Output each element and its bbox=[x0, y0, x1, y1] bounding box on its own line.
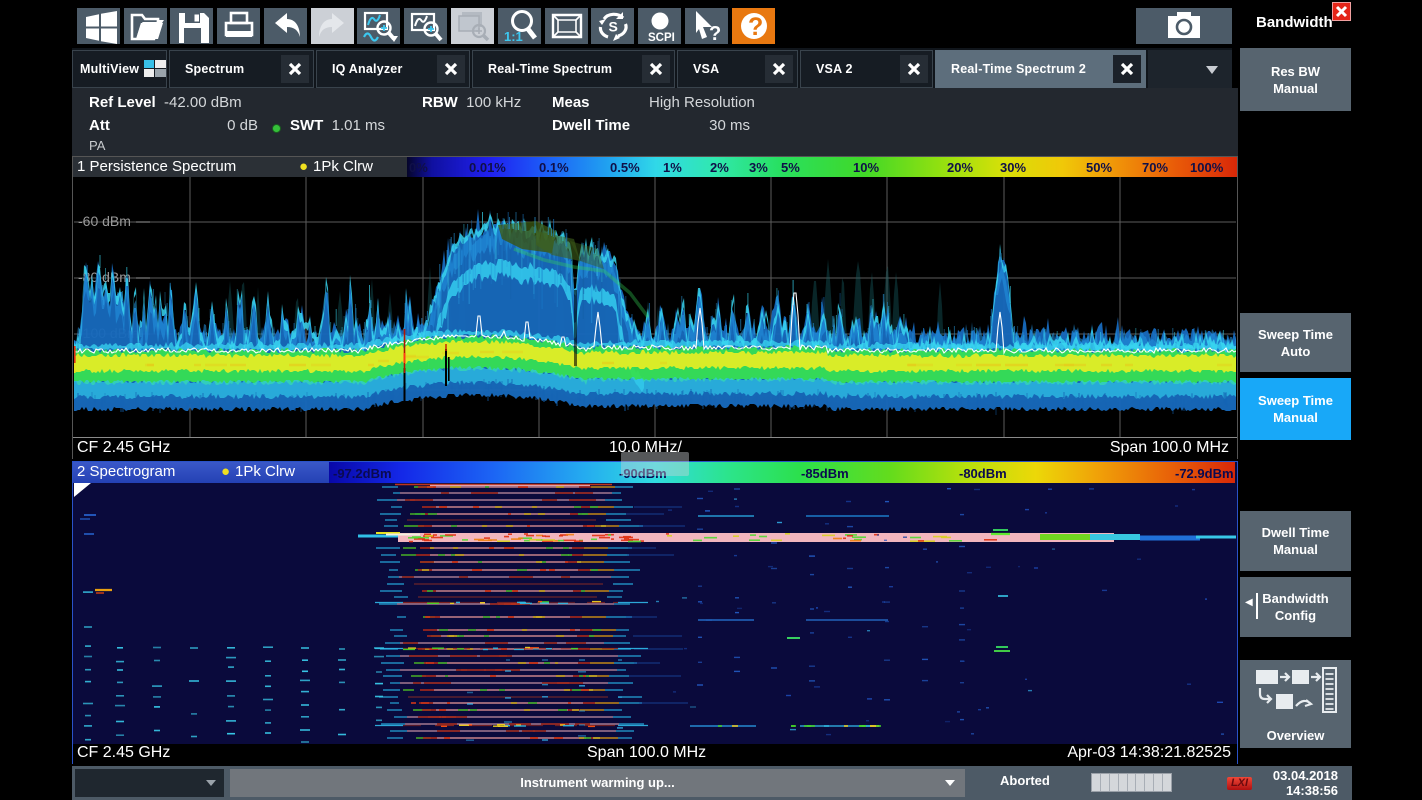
svg-text:70%: 70% bbox=[1142, 160, 1168, 175]
svg-text:100%: 100% bbox=[1190, 160, 1224, 175]
svg-text:1:1: 1:1 bbox=[504, 29, 523, 44]
svg-text:10%: 10% bbox=[853, 160, 879, 175]
svg-text:2%: 2% bbox=[710, 160, 729, 175]
svg-text:?: ? bbox=[709, 23, 721, 45]
svg-text:?: ? bbox=[748, 13, 763, 41]
svg-text:0.1%: 0.1% bbox=[539, 160, 569, 175]
svg-text:1%: 1% bbox=[663, 160, 682, 175]
svg-text:-97.2dBm: -97.2dBm bbox=[333, 466, 392, 481]
svg-text:0%: 0% bbox=[409, 160, 428, 175]
svg-text:S: S bbox=[608, 19, 617, 35]
svg-text:0.01%: 0.01% bbox=[469, 160, 506, 175]
svg-text:20%: 20% bbox=[947, 160, 973, 175]
svg-text:SCPI: SCPI bbox=[648, 32, 675, 44]
svg-text:50%: 50% bbox=[1086, 160, 1112, 175]
svg-text:-60 dBm: -60 dBm bbox=[78, 213, 131, 229]
svg-text:-80dBm: -80dBm bbox=[959, 466, 1007, 481]
svg-text:30%: 30% bbox=[1000, 160, 1026, 175]
svg-text:3%: 3% bbox=[749, 160, 768, 175]
svg-text:-85dBm: -85dBm bbox=[801, 466, 849, 481]
svg-text:0.5%: 0.5% bbox=[610, 160, 640, 175]
svg-text:5%: 5% bbox=[781, 160, 800, 175]
svg-text:-72.9dBm: -72.9dBm bbox=[1175, 466, 1234, 481]
